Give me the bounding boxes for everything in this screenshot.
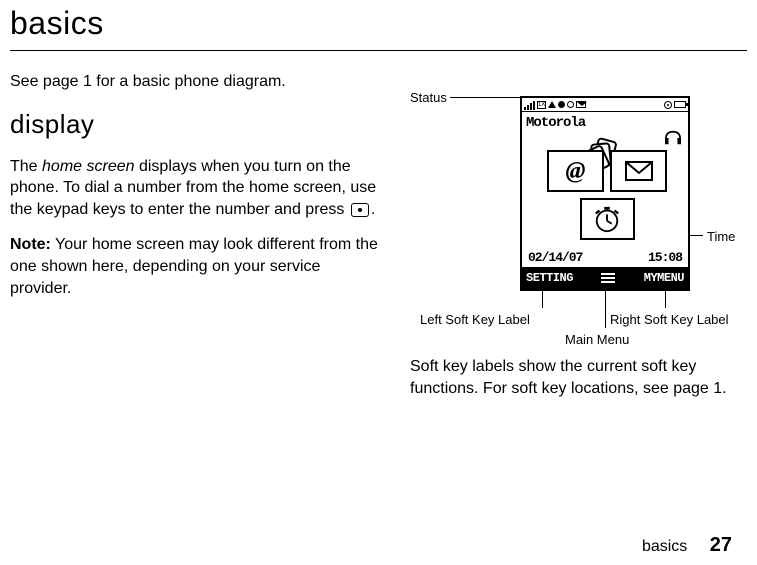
callout-status: Status bbox=[410, 89, 447, 107]
date-time-row: 02/14/07 15:08 bbox=[522, 249, 688, 267]
page-number: 27 bbox=[710, 534, 732, 556]
home-icon-grid: @ bbox=[547, 150, 667, 240]
status-bar: 1X bbox=[522, 98, 688, 112]
menu-icon bbox=[600, 273, 616, 283]
softkey-bar: SETTING MYMENU bbox=[522, 267, 688, 289]
note-paragraph: Note: Your home screen may look differen… bbox=[10, 234, 380, 299]
signal-icon bbox=[524, 100, 535, 110]
callout-right-soft: Right Soft Key Label bbox=[610, 311, 729, 329]
battery-icon bbox=[674, 101, 686, 108]
disc-icon bbox=[664, 101, 672, 109]
page-title: basics bbox=[0, 0, 757, 50]
note-body: Your home screen may look different from… bbox=[10, 236, 378, 296]
phone-screen: 1X Motorola bbox=[520, 96, 690, 291]
network-1x-icon: 1X bbox=[537, 101, 546, 109]
callout-line bbox=[450, 97, 522, 98]
callout-main-menu: Main Menu bbox=[565, 331, 629, 349]
ring-icon bbox=[567, 101, 574, 108]
headphone-icon bbox=[664, 130, 682, 146]
callout-line bbox=[665, 291, 666, 308]
right-softkey-label: MYMENU bbox=[644, 270, 684, 286]
home-screen-term: home screen bbox=[42, 158, 135, 175]
text: . bbox=[371, 201, 375, 218]
left-column: See page 1 for a basic phone diagram. di… bbox=[10, 71, 380, 399]
triangle-icon bbox=[548, 101, 556, 108]
clock-app-icon bbox=[580, 198, 635, 240]
callout-left-soft: Left Soft Key Label bbox=[420, 311, 530, 329]
message-icon bbox=[576, 101, 586, 108]
status-right-icons bbox=[664, 101, 686, 109]
text: The bbox=[10, 158, 42, 175]
intro-text: See page 1 for a basic phone diagram. bbox=[10, 71, 380, 93]
page-footer: basics 27 bbox=[642, 534, 732, 557]
left-softkey-label: SETTING bbox=[526, 270, 573, 286]
send-key-icon bbox=[351, 203, 369, 217]
divider bbox=[10, 50, 747, 51]
dot-icon bbox=[558, 101, 565, 108]
status-left-icons: 1X bbox=[524, 100, 586, 110]
body-paragraph-1: The home screen displays when you turn o… bbox=[10, 156, 380, 221]
callout-time: Time bbox=[707, 228, 735, 246]
content-area: See page 1 for a basic phone diagram. di… bbox=[0, 71, 757, 399]
right-body-text: Soft key labels show the current soft ke… bbox=[410, 356, 740, 399]
envelope-app-icon bbox=[610, 150, 667, 192]
at-app-icon: @ bbox=[547, 150, 604, 192]
time-text: 15:08 bbox=[648, 249, 682, 267]
note-label: Note: bbox=[10, 236, 51, 253]
right-column: Status Time Left Soft Key Label Right So… bbox=[410, 71, 740, 399]
section-title: display bbox=[10, 107, 380, 142]
callout-line bbox=[605, 291, 606, 328]
phone-diagram: Status Time Left Soft Key Label Right So… bbox=[410, 71, 740, 341]
date-text: 02/14/07 bbox=[528, 249, 582, 267]
callout-line bbox=[542, 291, 543, 308]
footer-label: basics bbox=[642, 538, 687, 555]
